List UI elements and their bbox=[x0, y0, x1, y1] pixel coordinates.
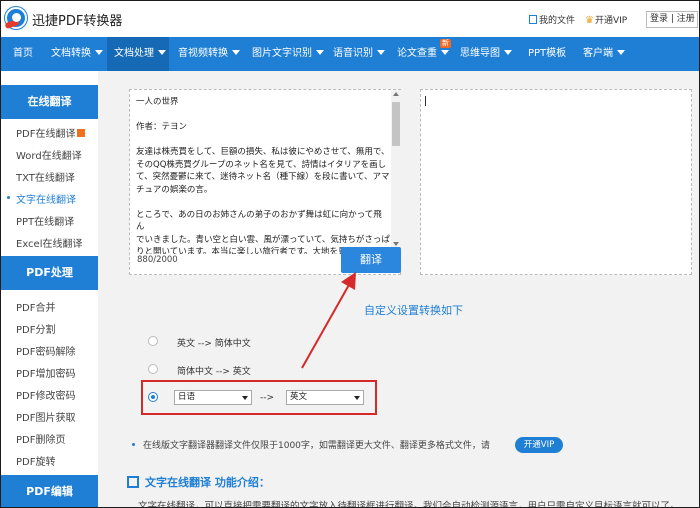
nav-label: 文档处理 bbox=[114, 48, 154, 59]
sidebar-section-translate[interactable]: 在线翻译 bbox=[1, 85, 98, 119]
crown-icon: ♛ bbox=[585, 15, 594, 26]
sidebar: 在线翻译 PDF在线翻译 Word在线翻译 TXT在线翻译 文字在线翻译 PPT… bbox=[1, 71, 98, 507]
app-title: 迅捷PDF转换器 bbox=[32, 14, 123, 29]
intro-text: 文字在线翻译，可以直接把需要翻译的文字放入待翻译框进行翻译。我们会自动检测源语言… bbox=[138, 501, 680, 508]
limit-notice: 在线版文字翻译器翻译文件仅限于1000字，如需翻译更大文件、翻译更多格式文件，请 bbox=[143, 441, 490, 451]
nav-label: 图片文字识别 bbox=[252, 48, 312, 59]
sidebar-item-pdf-merge[interactable]: PDF合并 bbox=[16, 299, 55, 314]
source-language-value: 日语 bbox=[178, 392, 196, 402]
nav-client[interactable]: 客户端 bbox=[583, 37, 625, 71]
text-caret bbox=[425, 96, 426, 106]
chevron-down-icon bbox=[377, 50, 385, 55]
custom-settings-title: 自定义设置转换如下 bbox=[364, 304, 463, 317]
intro-title: 文字在线翻译 功能介绍： bbox=[145, 476, 270, 489]
my-files-link[interactable]: 我的文件 bbox=[529, 13, 575, 26]
nav-av-convert[interactable]: 音视频转换 bbox=[178, 37, 240, 71]
source-text[interactable]: 一人の世界 作者：テヨン 友達は株売買をして、巨額の損失、私は彼にやめさせて、無… bbox=[136, 96, 390, 254]
option-en-to-zh-label: 英文 --> 简体中文 bbox=[177, 339, 251, 349]
sidebar-item-pdf-add-password[interactable]: PDF增加密码 bbox=[16, 365, 75, 380]
nav-label: 文档转换 bbox=[51, 48, 91, 59]
bullet-icon bbox=[132, 443, 135, 446]
sidebar-item-excel-translate[interactable]: Excel在线翻译 bbox=[16, 235, 83, 250]
source-language-select[interactable]: 日语 bbox=[174, 390, 252, 405]
chevron-down-icon bbox=[158, 50, 166, 55]
nav-label: 思维导图 bbox=[460, 48, 500, 59]
sidebar-section-pdf-edit[interactable]: PDF编辑 bbox=[1, 475, 98, 507]
option-zh-to-en-radio[interactable] bbox=[148, 364, 158, 374]
sidebar-item-pdf-split[interactable]: PDF分割 bbox=[16, 321, 55, 336]
nav-label: 论文查重 bbox=[397, 48, 437, 59]
login-register-button[interactable]: 登录 | 注册 bbox=[646, 11, 698, 28]
nav-label: 客户端 bbox=[583, 48, 613, 59]
nav-ppt[interactable]: PPT模板 bbox=[528, 37, 566, 71]
nav-label: 首页 bbox=[13, 48, 33, 59]
dropdown-arrow-icon bbox=[242, 396, 248, 400]
sidebar-item-word-translate[interactable]: Word在线翻译 bbox=[16, 147, 82, 162]
nav-label: 音视频转换 bbox=[178, 48, 228, 59]
source-scrollbar[interactable] bbox=[391, 90, 401, 250]
document-icon bbox=[127, 476, 139, 488]
new-badge: 新 bbox=[440, 39, 451, 48]
chevron-down-icon bbox=[617, 50, 625, 55]
sidebar-section-pdf[interactable]: PDF处理 bbox=[1, 256, 98, 290]
dropdown-arrow-icon bbox=[354, 396, 360, 400]
scroll-thumb[interactable] bbox=[392, 102, 400, 146]
result-text-area[interactable] bbox=[420, 89, 692, 275]
option-zh-to-en-label: 简体中文 --> 英文 bbox=[177, 367, 251, 377]
sidebar-item-label: PDF在线翻译 bbox=[16, 129, 76, 140]
main-content: 一人の世界 作者：テヨン 友達は株売買をして、巨額の損失、私は彼にやめさせて、無… bbox=[98, 71, 699, 508]
vip-label: 开通VIP bbox=[594, 16, 628, 26]
chevron-down-icon bbox=[441, 50, 449, 55]
option-custom-radio[interactable] bbox=[148, 392, 158, 402]
nav-label: PPT模板 bbox=[528, 48, 567, 59]
chevron-down-icon bbox=[232, 50, 240, 55]
nav-label: 语音识别 bbox=[333, 48, 373, 59]
open-vip-button[interactable]: 开通VIP bbox=[515, 437, 563, 453]
app-window: 迅捷PDF转换器 我的文件 ♛开通VIP 登录 | 注册 首页 文档转换 文档处… bbox=[0, 0, 700, 508]
chevron-down-icon bbox=[316, 50, 324, 55]
nav-home[interactable]: 首页 bbox=[13, 37, 33, 71]
top-bar: 迅捷PDF转换器 我的文件 ♛开通VIP 登录 | 注册 bbox=[1, 1, 699, 37]
hot-icon bbox=[77, 129, 86, 137]
sidebar-item-pdf-extract-images[interactable]: PDF图片获取 bbox=[16, 409, 75, 424]
sidebar-item-ppt-translate[interactable]: PPT在线翻译 bbox=[16, 213, 74, 228]
nav-speech[interactable]: 语音识别 bbox=[333, 37, 385, 71]
logo-icon bbox=[5, 7, 27, 29]
nav-image-ocr[interactable]: 图片文字识别 bbox=[252, 37, 324, 71]
my-files-label: 我的文件 bbox=[539, 16, 576, 26]
char-counter: 880/2000 bbox=[137, 255, 178, 265]
sidebar-item-pdf-unlock[interactable]: PDF密码解除 bbox=[16, 343, 75, 358]
sidebar-item-pdf-rotate[interactable]: PDF旋转 bbox=[16, 453, 55, 468]
sidebar-item-pdf-change-password[interactable]: PDF修改密码 bbox=[16, 387, 75, 402]
file-icon bbox=[529, 15, 537, 24]
language-arrow: --> bbox=[260, 393, 275, 403]
nav-mindmap[interactable]: 思维导图 bbox=[460, 37, 512, 71]
nav-doc-process[interactable]: 文档处理 bbox=[107, 37, 169, 71]
sidebar-item-pdf-delete-pages[interactable]: PDF删除页 bbox=[16, 431, 65, 446]
target-language-select[interactable]: 英文 bbox=[286, 390, 364, 405]
scroll-down-icon[interactable] bbox=[393, 242, 399, 246]
target-language-value: 英文 bbox=[290, 392, 308, 402]
nav-doc-convert[interactable]: 文档转换 bbox=[51, 37, 103, 71]
sidebar-item-txt-translate[interactable]: TXT在线翻译 bbox=[16, 169, 75, 184]
translate-button[interactable]: 翻译 bbox=[341, 247, 401, 273]
option-en-to-zh-radio[interactable] bbox=[148, 336, 158, 346]
scroll-up-icon[interactable] bbox=[393, 92, 399, 96]
chevron-down-icon bbox=[95, 50, 103, 55]
sidebar-item-text-translate[interactable]: 文字在线翻译 bbox=[16, 191, 76, 206]
active-dot-icon bbox=[7, 196, 10, 199]
vip-link[interactable]: ♛开通VIP bbox=[585, 13, 627, 26]
chevron-down-icon bbox=[504, 50, 512, 55]
main-nav: 首页 文档转换 文档处理 音视频转换 图片文字识别 语音识别 论文查重 思维导图… bbox=[1, 37, 699, 71]
sidebar-item-pdf-translate[interactable]: PDF在线翻译 bbox=[16, 125, 86, 140]
